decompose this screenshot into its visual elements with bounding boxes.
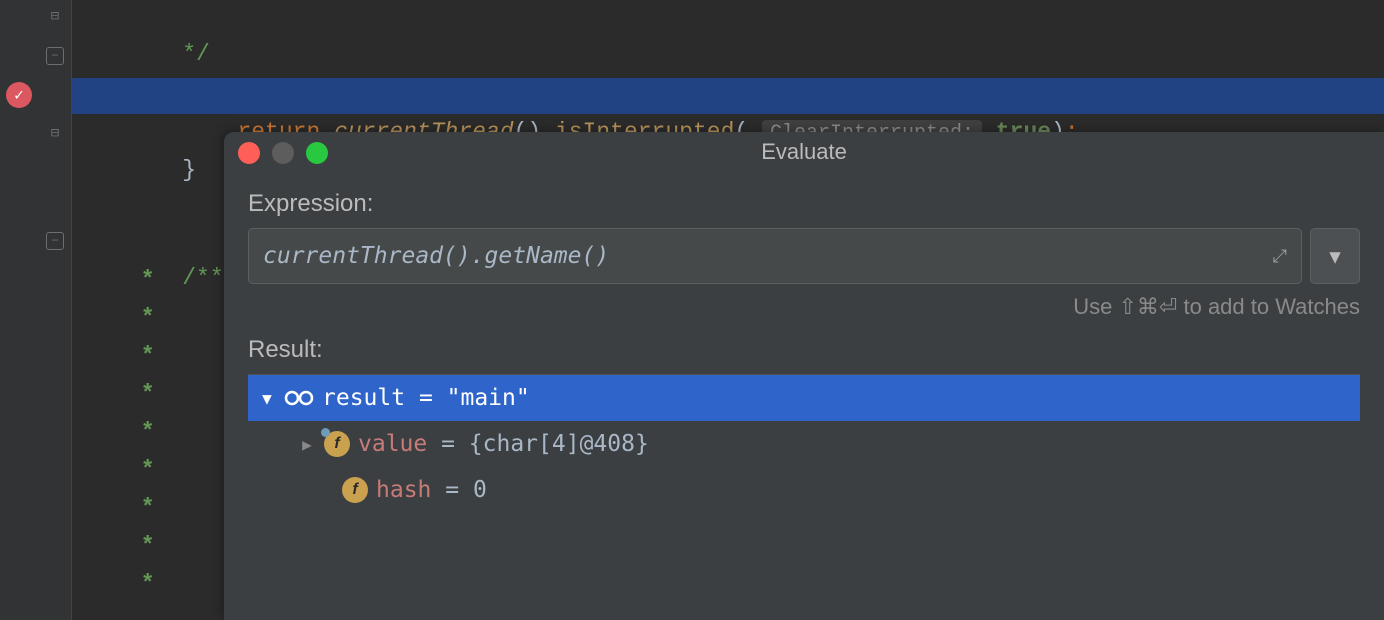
disclosure-closed-icon[interactable]: ▶ — [298, 435, 316, 454]
fold-toggle-icon[interactable]: − — [46, 232, 64, 250]
var-eq: = — [427, 431, 469, 457]
var-value: "main" — [447, 385, 530, 411]
expression-value: currentThread().getName() — [263, 243, 609, 269]
var-name: value — [358, 431, 427, 457]
var-name: result — [322, 385, 405, 411]
code-line-current: return currentThread().isInterrupted( Cl… — [72, 78, 1384, 114]
fold-toggle-icon[interactable]: − — [46, 47, 64, 65]
disclosure-open-icon[interactable]: ▼ — [258, 389, 276, 408]
var-value: {char[4]@408} — [469, 431, 649, 457]
javadoc-asterisk: * — [127, 343, 155, 369]
var-eq: = — [405, 385, 447, 411]
shortcut-hint: Use ⇧⌘⏎ to add to Watches — [248, 294, 1360, 320]
javadoc-asterisk: * — [127, 533, 155, 559]
tree-row-child[interactable]: ▶ f value = {char[4]@408} — [248, 421, 1360, 467]
fold-end-icon[interactable]: ⊟ — [46, 7, 64, 25]
fold-end-icon[interactable]: ⊟ — [46, 124, 64, 142]
field-icon: f — [324, 431, 350, 457]
evaluate-dialog: Evaluate Expression: currentThread().get… — [224, 132, 1384, 620]
dialog-title: Evaluate — [224, 139, 1384, 165]
result-tree[interactable]: ▼ result = "main" ▶ f value = {char[4]@4… — [248, 374, 1360, 513]
dialog-body: Expression: currentThread().getName() ⤢ … — [224, 172, 1384, 513]
expression-input[interactable]: currentThread().getName() ⤢ — [248, 228, 1302, 284]
result-label: Result: — [248, 336, 1360, 364]
editor-gutter: ⊟ − ⊟ − — [0, 0, 72, 620]
code-line: */ — [72, 0, 1384, 36]
javadoc-asterisk: * — [127, 419, 155, 445]
history-dropdown-button[interactable]: ▾ — [1310, 228, 1360, 284]
tree-row-result[interactable]: ▼ result = "main" — [248, 375, 1360, 421]
var-eq: = — [431, 477, 473, 503]
chevron-down-icon: ▾ — [1329, 243, 1341, 270]
expression-row: currentThread().getName() ⤢ ▾ — [248, 228, 1360, 284]
var-name: hash — [376, 477, 431, 503]
code-line: public static boolean interrupted() { — [72, 40, 1384, 76]
javadoc-asterisk: * — [127, 381, 155, 407]
expand-icon[interactable]: ⤢ — [1273, 246, 1287, 267]
dialog-titlebar[interactable]: Evaluate — [224, 132, 1384, 172]
watch-glasses-icon — [284, 388, 314, 408]
var-value: 0 — [473, 477, 487, 503]
expression-label: Expression: — [248, 190, 1360, 218]
javadoc-asterisk: * — [127, 267, 155, 293]
breakpoint-icon[interactable] — [6, 82, 32, 108]
field-icon: f — [342, 477, 368, 503]
javadoc-asterisk: * — [127, 495, 155, 521]
javadoc-asterisk: * — [127, 457, 155, 483]
javadoc-asterisk: * — [127, 305, 155, 331]
tree-row-child[interactable]: f hash = 0 — [248, 467, 1360, 513]
javadoc-asterisk: * — [127, 571, 155, 597]
